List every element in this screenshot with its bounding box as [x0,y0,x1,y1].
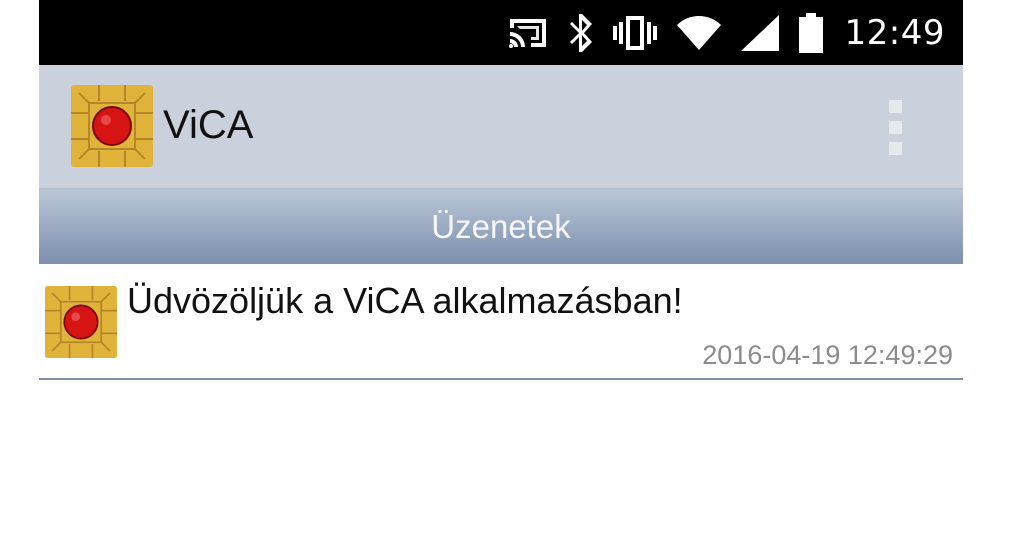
app-title: ViCA [163,103,254,147]
phone-screen: 12:49 ViCA Üzenetek Üdvözöljük a ViCA al… [39,0,963,549]
app-bar: ViCA [39,65,963,190]
battery-icon [798,12,823,53]
message-title: Üdvözöljük a ViCA alkalmazásban! [127,280,683,321]
menu-dot [889,142,902,155]
status-clock: 12:49 [844,12,945,53]
list-item[interactable]: Üdvözöljük a ViCA alkalmazásban! 2016-04… [39,264,963,380]
message-timestamp: 2016-04-19 12:49:29 [702,340,953,370]
vibrate-icon [612,15,657,50]
bluetooth-icon [569,13,593,52]
wifi-icon [676,15,721,50]
status-bar: 12:49 [39,0,963,65]
vica-logo-icon [45,286,117,358]
vica-logo-icon [71,85,153,167]
overflow-menu-icon[interactable] [887,100,905,155]
cast-icon [507,16,549,50]
tab-messages[interactable]: Üzenetek [39,190,963,264]
status-icons: 12:49 [487,0,945,65]
menu-dot [889,100,902,113]
menu-dot [889,121,902,134]
signal-icon [740,14,779,51]
